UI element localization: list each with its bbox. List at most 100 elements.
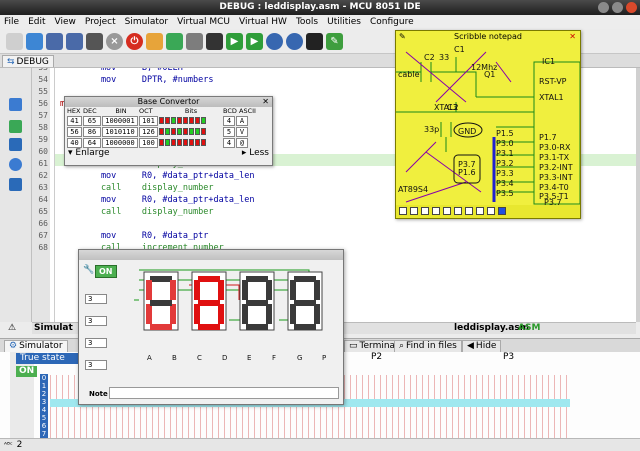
hex-grid-icon[interactable] bbox=[306, 33, 323, 50]
fill-tool-icon[interactable] bbox=[465, 207, 473, 215]
notepad-close-icon[interactable]: ✕ bbox=[569, 31, 576, 42]
bit-toggle[interactable] bbox=[165, 128, 170, 135]
step-over-icon[interactable] bbox=[266, 33, 283, 50]
note-input[interactable] bbox=[109, 387, 339, 399]
bit-toggle[interactable] bbox=[195, 128, 200, 135]
color-swatch[interactable] bbox=[498, 207, 506, 215]
save-icon[interactable] bbox=[46, 33, 63, 50]
led-display-title-bar[interactable] bbox=[79, 250, 343, 260]
clear-tool-icon[interactable] bbox=[487, 207, 495, 215]
led-row-selector[interactable]: 3 bbox=[85, 338, 107, 348]
minimize-button[interactable] bbox=[598, 2, 609, 13]
bit-toggle[interactable] bbox=[171, 128, 176, 135]
report-icon[interactable] bbox=[146, 33, 163, 50]
pen-tool-icon[interactable] bbox=[399, 207, 407, 215]
led-row-selector[interactable]: 3 bbox=[85, 316, 107, 326]
menu-view[interactable]: View bbox=[55, 15, 76, 29]
bit-toggle[interactable] bbox=[195, 117, 200, 124]
notepad-drawing[interactable]: C2 33C112MhzQ1IC1RST-VPXTAL1XTAL2C333p GND… bbox=[396, 42, 581, 207]
led-display-window[interactable]: ON 🔧 ABCDEFGP 3333 Note bbox=[78, 249, 344, 405]
dec-field[interactable]: 64 bbox=[83, 137, 101, 148]
bit-toggle[interactable] bbox=[183, 128, 188, 135]
hex-field[interactable]: 41 bbox=[67, 115, 82, 126]
ascii-field[interactable]: A bbox=[236, 115, 248, 126]
menu-edit[interactable]: Edit bbox=[28, 15, 45, 29]
list-icon[interactable] bbox=[9, 138, 22, 151]
base-convertor-window[interactable]: Base Convertor ✕ HEX DEC BIN OCT Bits BC… bbox=[64, 96, 273, 166]
tab-find-in-files[interactable]: ⌕ Find in files bbox=[394, 340, 462, 352]
menu-project[interactable]: Project bbox=[85, 15, 116, 29]
bcd-field[interactable]: 4 bbox=[223, 115, 235, 126]
step-icon[interactable]: ▶ bbox=[246, 33, 263, 50]
menu-virtual-mcu[interactable]: Virtual MCU bbox=[177, 15, 230, 29]
code-line[interactable]: mov R0, #data_ptr+data_len bbox=[60, 170, 255, 182]
bin-field[interactable]: 1000001 bbox=[102, 115, 138, 126]
dec-field[interactable]: 86 bbox=[83, 126, 101, 137]
hex-field[interactable]: 56 bbox=[67, 126, 82, 137]
bit-toggle[interactable] bbox=[171, 139, 176, 146]
bit-toggle[interactable] bbox=[159, 139, 164, 146]
code-line[interactable]: mov DPTR, #numbers bbox=[60, 74, 214, 86]
find-icon[interactable] bbox=[186, 33, 203, 50]
enlarge-button[interactable]: ▾ Enlarge bbox=[68, 148, 110, 158]
new-file-icon[interactable] bbox=[6, 33, 23, 50]
bit-toggle[interactable] bbox=[189, 117, 194, 124]
bin-field[interactable]: 1000000 bbox=[102, 137, 138, 148]
menu-tools[interactable]: Tools bbox=[296, 15, 318, 29]
open-file-icon[interactable] bbox=[26, 33, 43, 50]
bit-toggle[interactable] bbox=[201, 117, 206, 124]
dec-field[interactable]: 65 bbox=[83, 115, 101, 126]
oct-field[interactable]: 101 bbox=[139, 115, 158, 126]
code-line[interactable]: call display_number bbox=[60, 182, 214, 194]
print-icon[interactable] bbox=[86, 33, 103, 50]
led-row-selector[interactable]: 3 bbox=[85, 294, 107, 304]
oct-field[interactable]: 126 bbox=[139, 126, 158, 137]
view-icon[interactable] bbox=[166, 33, 183, 50]
bit-toggle[interactable] bbox=[201, 128, 206, 135]
maximize-button[interactable] bbox=[612, 2, 623, 13]
menu-simulator[interactable]: Simulator bbox=[125, 15, 168, 29]
bookmark-icon[interactable] bbox=[9, 120, 22, 133]
bcd-field[interactable]: 5 bbox=[223, 126, 235, 137]
ascii-field[interactable]: @ bbox=[236, 137, 248, 148]
bit-toggle[interactable] bbox=[189, 139, 194, 146]
bit-toggle[interactable] bbox=[165, 139, 170, 146]
line-tool-icon[interactable] bbox=[410, 207, 418, 215]
scribble-notepad-window[interactable]: ✎ Scribble notepad ✕ C2 33 C1 12Mhz Q1 IC1 RST… bbox=[395, 30, 581, 219]
code-line[interactable]: mov R0, #data_ptr+data_len bbox=[60, 194, 255, 206]
help-icon[interactable] bbox=[9, 158, 22, 171]
base-convertor-close-icon[interactable]: ✕ bbox=[262, 97, 269, 107]
bit-toggle[interactable] bbox=[183, 117, 188, 124]
code-line[interactable]: call display_number bbox=[60, 206, 214, 218]
menu-utilities[interactable]: Utilities bbox=[327, 15, 361, 29]
close-window-button[interactable] bbox=[626, 2, 637, 13]
browse-icon[interactable] bbox=[9, 178, 22, 191]
bit-toggle[interactable] bbox=[189, 128, 194, 135]
less-button[interactable]: ▸ Less bbox=[242, 148, 269, 158]
tab-simulator[interactable]: ⚙ Simulator bbox=[4, 340, 68, 352]
eraser-tool-icon[interactable] bbox=[476, 207, 484, 215]
graph-on-toggle[interactable]: ON bbox=[16, 366, 38, 377]
close-file-icon[interactable]: × bbox=[106, 33, 123, 50]
power-icon[interactable]: ⏻ bbox=[126, 33, 143, 50]
bit-toggle[interactable] bbox=[177, 128, 182, 135]
forward-icon[interactable] bbox=[9, 98, 22, 111]
bit-toggle[interactable] bbox=[201, 139, 206, 146]
bit-toggle[interactable] bbox=[183, 139, 188, 146]
text-tool-icon[interactable] bbox=[454, 207, 462, 215]
bin-field[interactable]: 1010110 bbox=[102, 126, 138, 137]
base-convertor-title-bar[interactable]: Base Convertor ✕ bbox=[65, 97, 272, 107]
hex-field[interactable]: 40 bbox=[67, 137, 82, 148]
bit-toggle[interactable] bbox=[159, 117, 164, 124]
file-tab[interactable]: ⇆ DEBUG bbox=[2, 55, 54, 67]
menu-configure[interactable]: Configure bbox=[370, 15, 414, 29]
save-all-icon[interactable] bbox=[66, 33, 83, 50]
run-icon[interactable]: ▶ bbox=[226, 33, 243, 50]
led-row-selector[interactable]: 3 bbox=[85, 360, 107, 370]
ascii-field[interactable]: V bbox=[236, 126, 248, 137]
code-line[interactable]: mov R0, #data_ptr bbox=[60, 230, 208, 242]
rect-tool-icon[interactable] bbox=[432, 207, 440, 215]
menu-file[interactable]: File bbox=[4, 15, 19, 29]
step-out-icon[interactable] bbox=[286, 33, 303, 50]
circle-tool-icon[interactable] bbox=[443, 207, 451, 215]
